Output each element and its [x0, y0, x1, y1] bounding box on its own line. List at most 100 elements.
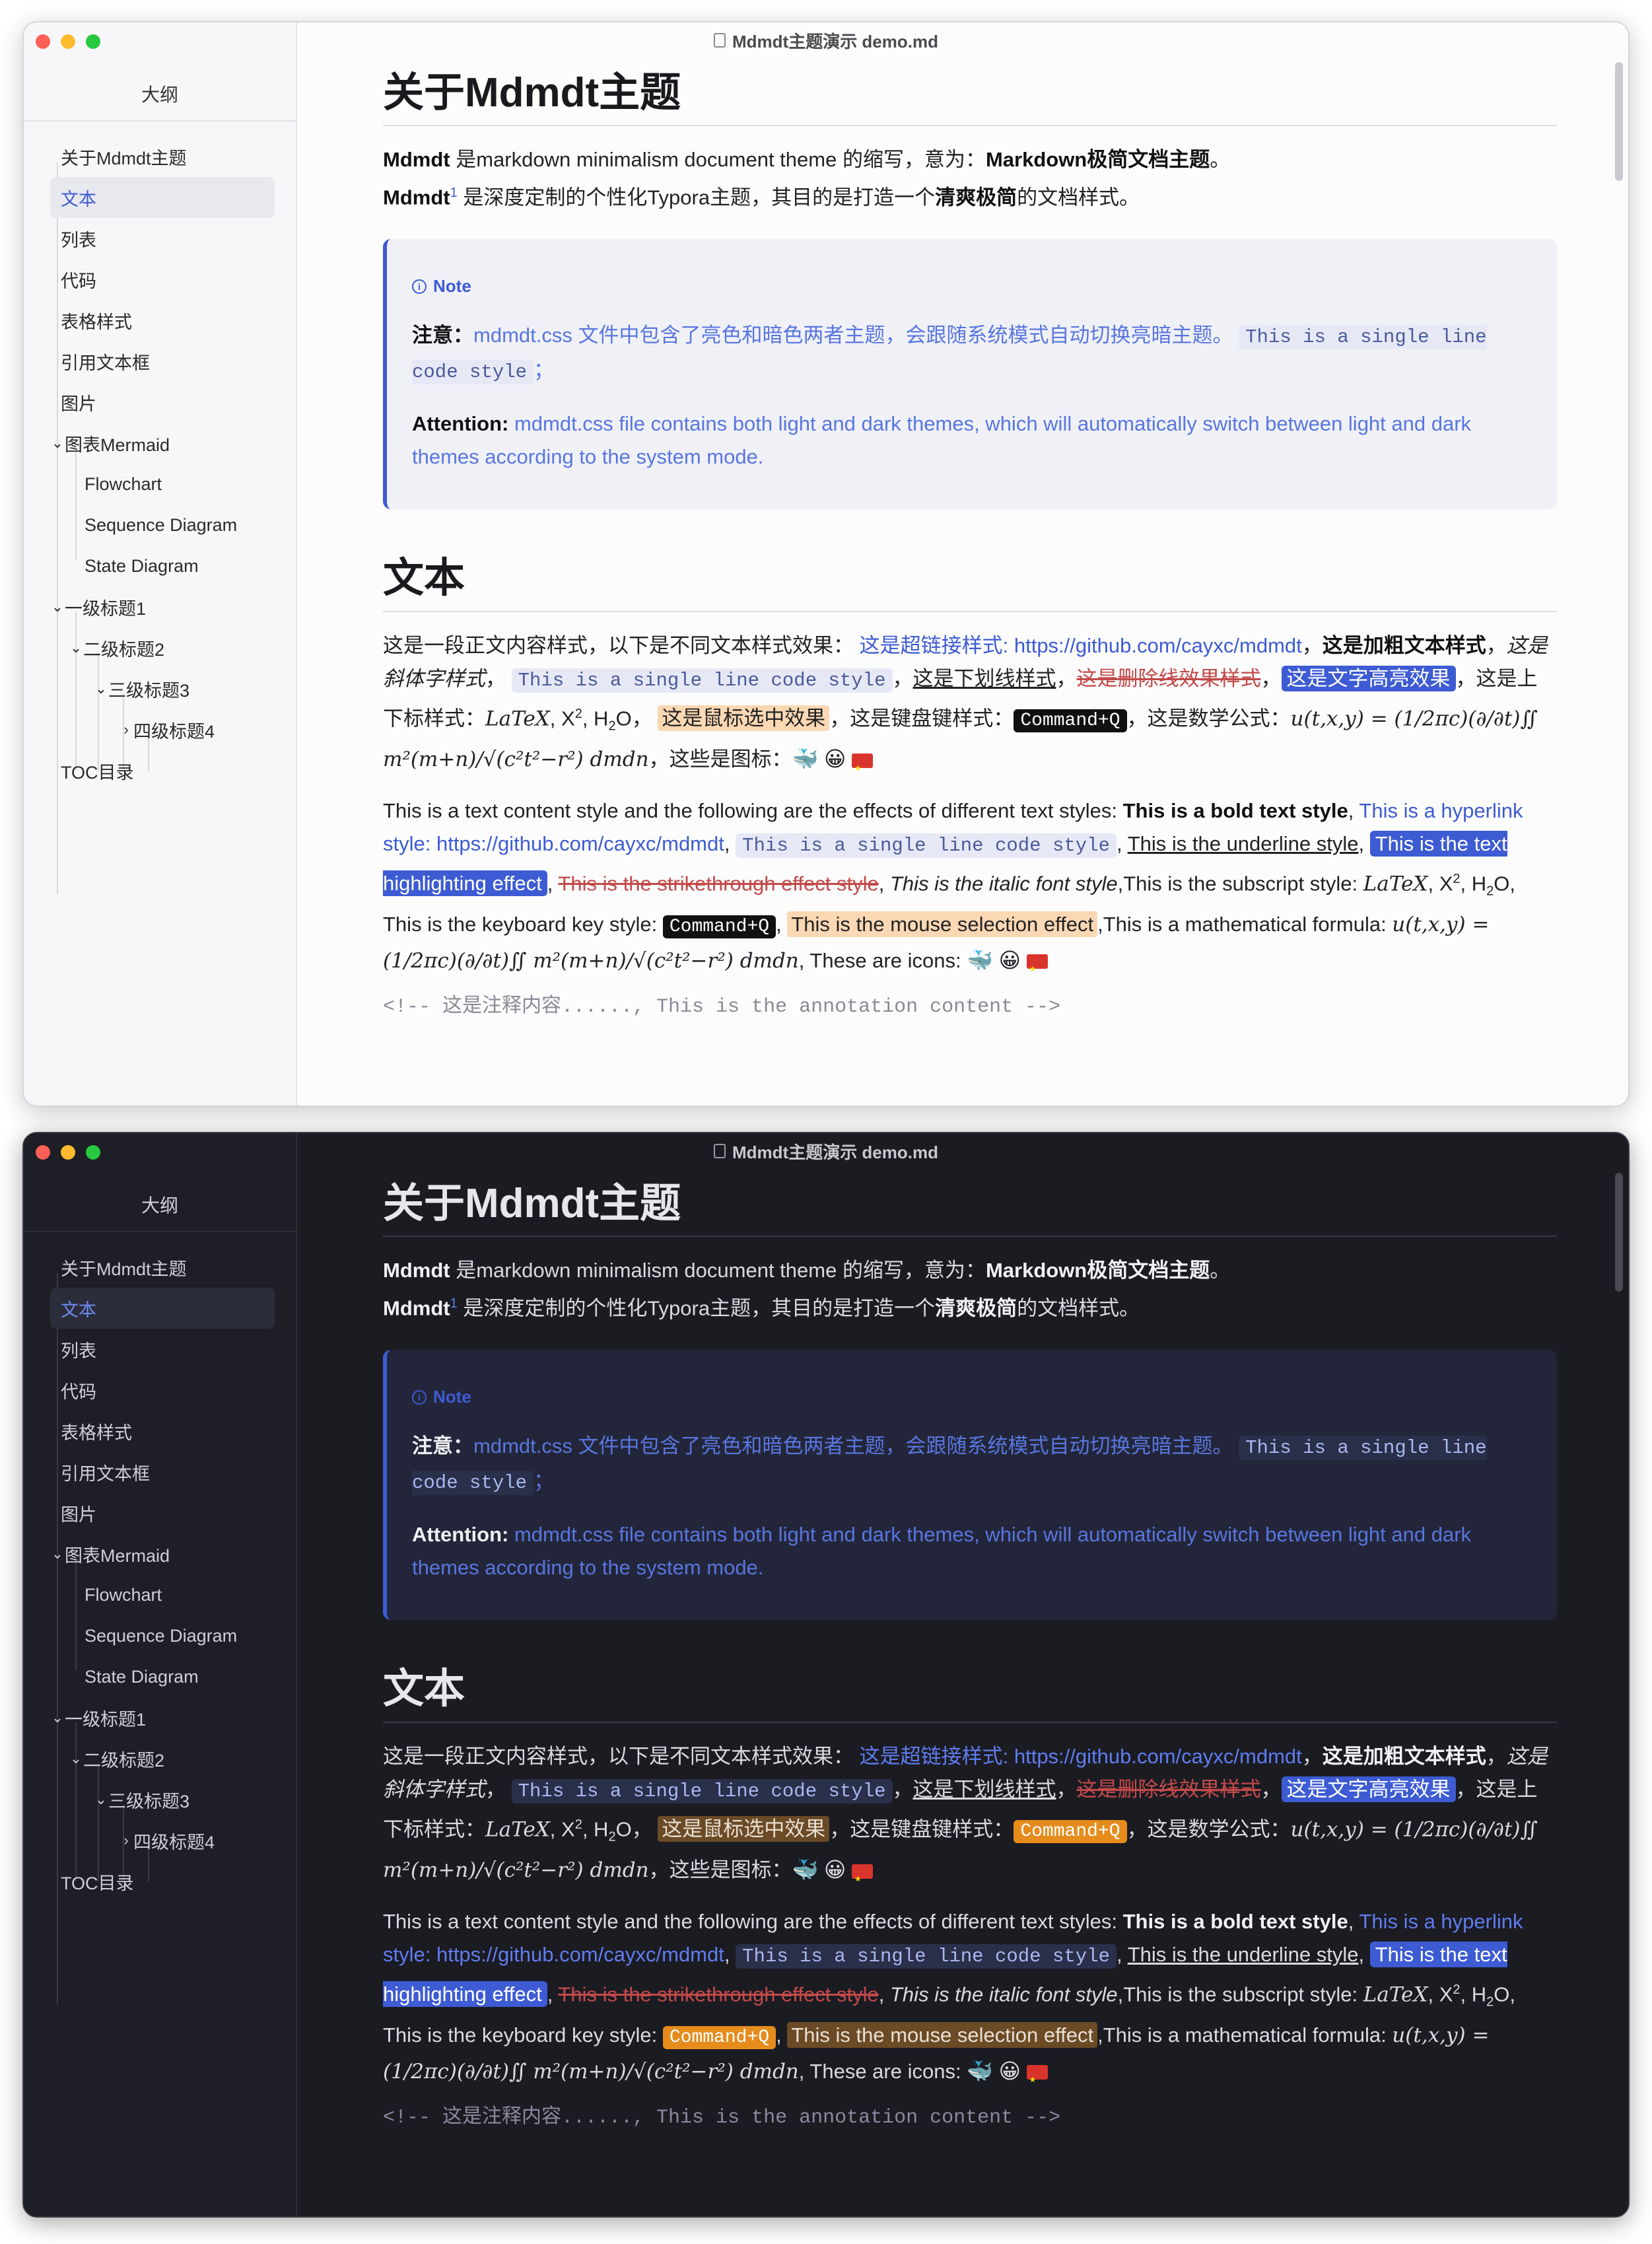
toc-item-h2[interactable]: ⌄ 二级标题2: [50, 627, 298, 668]
toc-item-label: 三级标题3: [108, 1791, 190, 1811]
divider: [24, 120, 296, 122]
document-content[interactable]: 关于Mdmdt主题 Mdmdt 是markdown minimalism doc…: [383, 1169, 1557, 2134]
toc-item-label: 一级标题1: [65, 1709, 147, 1730]
title-bar: Mdmdt主题演示 demo.md: [24, 1133, 1628, 1169]
chevron-down-icon[interactable]: ⌄: [50, 598, 65, 615]
minimize-button[interactable]: [61, 34, 75, 49]
heading-text: 文本: [383, 1654, 1557, 1723]
whale-emoji-icon: 🐳: [967, 2058, 994, 2083]
chevron-right-icon[interactable]: ›: [119, 1832, 133, 1849]
toc-item-h3[interactable]: ⌄ 三级标题3: [50, 668, 298, 709]
toc-item-h4[interactable]: › 四级标题4: [50, 1820, 298, 1861]
typora-window-light: 大纲 关于Mdmdt主题 文本 列表 代码 表格样式 引用文本框 图片 ⌄ 图表M…: [22, 21, 1630, 1107]
chevron-down-icon[interactable]: ⌄: [94, 680, 108, 697]
toc-item-state[interactable]: State Diagram: [50, 1656, 298, 1697]
toc-list: 关于Mdmdt主题 文本 列表 代码 表格样式 引用文本框 图片 ⌄ 图表Merm…: [50, 136, 298, 894]
paragraph-en: This is a text content style and the fol…: [383, 1905, 1557, 2096]
toc-item-label: 二级标题2: [83, 639, 165, 660]
toc-item-h2[interactable]: ⌄ 二级标题2: [50, 1738, 298, 1779]
smile-emoji-icon: 😀: [824, 1858, 846, 1882]
toc-item-label: Flowchart: [85, 473, 162, 494]
toc-item-label: 列表: [61, 1341, 96, 1361]
minimize-button[interactable]: [61, 1145, 75, 1160]
toc-item-quote[interactable]: 引用文本框: [50, 341, 298, 382]
heading-about: 关于Mdmdt主题: [383, 58, 1557, 127]
toc-item-text[interactable]: 文本: [50, 177, 275, 218]
toc-item-list[interactable]: 列表: [50, 1329, 298, 1370]
chevron-down-icon[interactable]: ⌄: [69, 639, 83, 656]
toc-item-code[interactable]: 代码: [50, 259, 298, 300]
toc-item-h1[interactable]: ⌄ 一级标题1: [50, 586, 298, 627]
toc-item-sequence[interactable]: Sequence Diagram: [50, 505, 298, 545]
footnote-ref[interactable]: 1: [450, 1296, 458, 1311]
toc-item-label: 引用文本框: [61, 1463, 150, 1484]
toc-item-state[interactable]: State Diagram: [50, 545, 298, 586]
hyperlink[interactable]: 这是超链接样式: https://github.com/cayxc/mdmdt: [860, 1745, 1302, 1768]
scrollbar[interactable]: [1615, 62, 1623, 181]
toc-item-label: 文本: [61, 189, 96, 209]
toc-item-label: 代码: [61, 1382, 96, 1402]
window-title: Mdmdt主题演示 demo.md: [714, 1139, 938, 1164]
toc-item-code[interactable]: 代码: [50, 1370, 298, 1411]
chevron-down-icon[interactable]: ⌄: [50, 1545, 65, 1562]
toc-item-sequence[interactable]: Sequence Diagram: [50, 1615, 298, 1656]
toc-item-label: 四级标题4: [133, 721, 215, 742]
info-icon: i: [412, 279, 427, 294]
highlight-text: 这是文字高亮效果: [1281, 665, 1456, 691]
document-content[interactable]: 关于Mdmdt主题 Mdmdt 是markdown minimalism doc…: [383, 58, 1557, 1024]
chevron-right-icon[interactable]: ›: [119, 721, 133, 738]
html-comment: <!-- 这是注释内容......, This is the annotatio…: [383, 995, 1061, 1018]
toc-item-h3[interactable]: ⌄ 三级标题3: [50, 1779, 298, 1820]
toc-item-label: 一级标题1: [65, 598, 147, 619]
toc-item-label: 代码: [61, 271, 96, 291]
chevron-down-icon[interactable]: ⌄: [69, 1750, 83, 1767]
paragraph-zh: 这是一段正文内容样式，以下是不同文本样式效果： 这是超链接样式: https:/…: [383, 629, 1557, 785]
window-title: Mdmdt主题演示 demo.md: [714, 28, 938, 53]
typora-window-dark: 大纲 关于Mdmdt主题 文本 列表 代码 表格样式 引用文本框 图片 ⌄ 图表M…: [22, 1132, 1630, 2218]
toc-item-mermaid[interactable]: ⌄ 图表Mermaid: [50, 1533, 298, 1574]
whale-emoji-icon: 🐳: [792, 747, 819, 771]
outline-heading: 大纲: [141, 1195, 178, 1216]
toc-item-list[interactable]: 列表: [50, 218, 298, 259]
toc-item-flowchart[interactable]: Flowchart: [50, 1574, 298, 1615]
toc-item-about[interactable]: 关于Mdmdt主题: [50, 136, 298, 177]
intro-line-2: Mdmdt1 是深度定制的个性化Typora主题，其目的是打造一个清爽极简的文档…: [383, 186, 1140, 209]
toc-item-flowchart[interactable]: Flowchart: [50, 464, 298, 505]
chevron-down-icon[interactable]: ⌄: [50, 1709, 65, 1726]
paragraph-zh: 这是一段正文内容样式，以下是不同文本样式效果： 这是超链接样式: https:/…: [383, 1740, 1557, 1895]
close-button[interactable]: [36, 34, 50, 49]
inline-code: This is a single line code style: [511, 668, 893, 693]
toc-item-about[interactable]: 关于Mdmdt主题: [50, 1247, 298, 1288]
hyperlink[interactable]: 这是超链接样式: https://github.com/cayxc/mdmdt: [860, 634, 1302, 657]
whale-emoji-icon: 🐳: [967, 948, 994, 972]
toc-item-toc[interactable]: TOC目录: [50, 750, 298, 791]
chevron-down-icon[interactable]: ⌄: [94, 1791, 108, 1808]
toc-item-h1[interactable]: ⌄ 一级标题1: [50, 1697, 298, 1738]
intro-line-1: Mdmdt 是markdown minimalism document them…: [383, 1259, 1231, 1282]
toc-item-label: Sequence Diagram: [85, 514, 238, 535]
zoom-button[interactable]: [86, 1145, 100, 1160]
smile-emoji-icon: 😀: [824, 747, 846, 771]
intro-line-1: Mdmdt 是markdown minimalism document them…: [383, 148, 1231, 172]
chevron-down-icon[interactable]: ⌄: [50, 435, 65, 452]
selection-text: This is the mouse selection effect: [787, 911, 1098, 937]
toc-item-table[interactable]: 表格样式: [50, 1411, 298, 1452]
toc-item-label: 图片: [61, 1504, 96, 1525]
toc-item-image[interactable]: 图片: [50, 1492, 298, 1533]
intro-line-2: Mdmdt1 是深度定制的个性化Typora主题，其目的是打造一个清爽极简的文档…: [383, 1296, 1140, 1320]
note-callout: i Note 注意：mdmdt.css 文件中包含了亮色和暗色两者主题，会跟随系统…: [383, 239, 1557, 510]
scrollbar[interactable]: [1615, 1173, 1623, 1292]
footnote-ref[interactable]: 1: [450, 186, 458, 200]
toc-item-mermaid[interactable]: ⌄ 图表Mermaid: [50, 423, 298, 464]
toc-item-label: 二级标题2: [83, 1750, 165, 1771]
toc-item-quote[interactable]: 引用文本框: [50, 1452, 298, 1492]
toc-item-toc[interactable]: TOC目录: [50, 1861, 298, 1902]
zoom-button[interactable]: [86, 34, 100, 49]
toc-item-table[interactable]: 表格样式: [50, 300, 298, 341]
toc-item-image[interactable]: 图片: [50, 382, 298, 423]
toc-item-h4[interactable]: › 四级标题4: [50, 709, 298, 750]
close-button[interactable]: [36, 1145, 50, 1160]
keyboard-key: Command+Q: [662, 2025, 776, 2049]
selection-text: This is the mouse selection effect: [787, 2021, 1098, 2048]
toc-item-text[interactable]: 文本: [50, 1288, 275, 1329]
